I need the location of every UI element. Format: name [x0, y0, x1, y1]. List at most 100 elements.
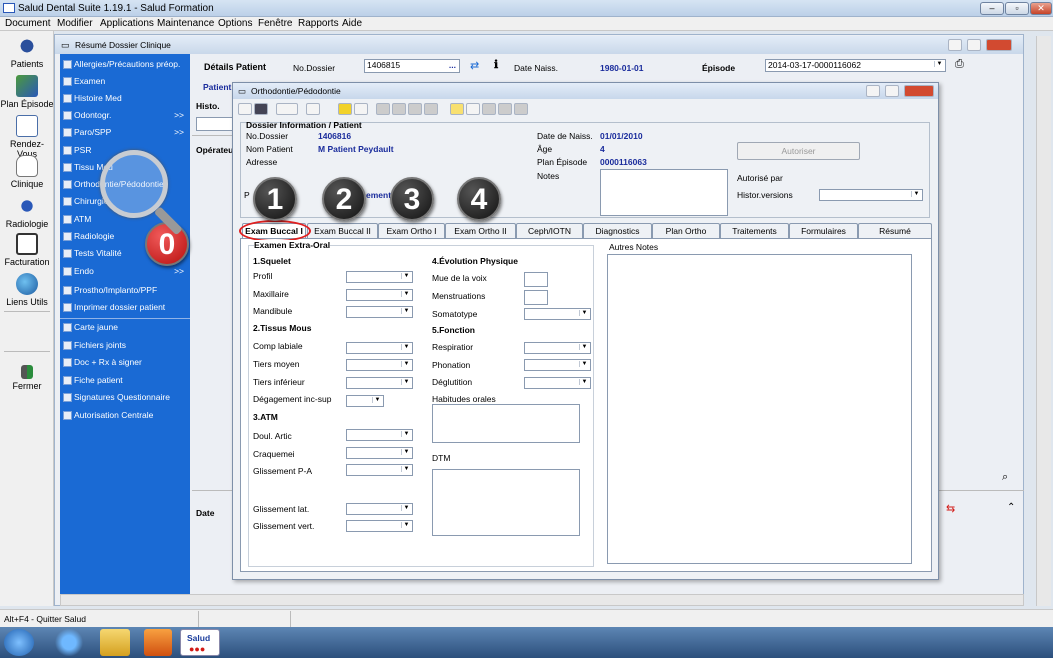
patient-tab[interactable]: Patient — [203, 82, 231, 92]
undo-icon[interactable] — [306, 103, 320, 115]
collapse-icon[interactable]: ⌃ — [1007, 502, 1015, 513]
close-button[interactable]: ✕ — [1030, 2, 1052, 15]
minimize-button[interactable]: – — [980, 2, 1004, 15]
edit-icon[interactable] — [514, 103, 528, 115]
craquement-select[interactable] — [346, 447, 413, 459]
fermer-button[interactable]: Fermer — [0, 365, 54, 391]
nav-item[interactable]: Examen — [60, 73, 190, 90]
menu-options[interactable]: Options — [218, 18, 252, 29]
forward-icon[interactable] — [498, 103, 512, 115]
phonation-select[interactable] — [524, 359, 591, 371]
maxillaire-select[interactable] — [346, 289, 413, 301]
habitudes-orales-textarea[interactable] — [432, 404, 580, 443]
browse-dots[interactable]: ... — [449, 60, 456, 71]
glissement-pa-select[interactable] — [346, 464, 413, 476]
nav-item[interactable]: Histoire Med — [60, 90, 190, 107]
tab-exam-ortho-2[interactable]: Exam Ortho II — [445, 223, 516, 238]
nav-item[interactable]: Paro/SPP >> — [60, 124, 190, 141]
dialog-restore-button[interactable] — [885, 85, 899, 97]
info-icon[interactable]: ℹ — [494, 58, 498, 71]
vertical-scrollbar[interactable] — [1036, 36, 1051, 606]
tiers-inferieur-select[interactable] — [346, 377, 413, 389]
nav-item[interactable]: Signatures Questionnaire — [60, 389, 190, 406]
key-icon[interactable] — [450, 103, 464, 115]
histo-input[interactable] — [196, 117, 234, 131]
grid-icon[interactable] — [424, 103, 438, 115]
dialog-close-button[interactable] — [904, 85, 934, 97]
tab-traitements[interactable]: Traitements — [720, 223, 789, 238]
add-icon[interactable] — [354, 103, 368, 115]
folder-icon[interactable] — [100, 629, 130, 656]
dtm-textarea[interactable] — [432, 469, 580, 536]
refresh-icon[interactable]: ⇄ — [470, 59, 479, 72]
save-icon[interactable] — [254, 103, 268, 115]
profil-select[interactable] — [346, 271, 413, 283]
nav-item[interactable]: Fiche patient — [60, 372, 190, 389]
menu-document[interactable]: Document — [5, 18, 51, 29]
tab-resume-formulaires[interactable]: Résumé Formulaires — [858, 223, 932, 250]
rendez-vous-button[interactable]: Rendez-Vous — [0, 115, 54, 159]
media-player-icon[interactable] — [144, 629, 172, 656]
tab-exam-buccal-2[interactable]: Exam Buccal II — [307, 223, 378, 238]
grid-icon[interactable] — [408, 103, 422, 115]
nav-item[interactable]: Doc + Rx à signer — [60, 354, 190, 371]
somatotype-select[interactable] — [524, 308, 591, 320]
tab-formulaires[interactable]: Formulaires — [789, 223, 858, 238]
comp-labiale-select[interactable] — [346, 342, 413, 354]
tab-plan-ortho[interactable]: Plan Ortho — [652, 223, 720, 238]
browser-icon[interactable] — [50, 629, 88, 656]
clinique-button[interactable]: Clinique — [0, 155, 54, 189]
horizontal-scrollbar[interactable] — [60, 594, 1024, 606]
autoriser-button[interactable]: Autoriser — [737, 142, 860, 160]
episode-select[interactable]: 2014-03-17-0000116062 — [765, 59, 946, 72]
print-icon[interactable] — [276, 103, 298, 115]
deglutition-select[interactable] — [524, 377, 591, 389]
menu-modifier[interactable]: Modifier — [57, 18, 93, 29]
autres-notes-textarea[interactable] — [607, 254, 912, 564]
mue-voix-input[interactable] — [524, 272, 548, 287]
bookmark-icon[interactable] — [338, 103, 352, 115]
copy-icon[interactable] — [482, 103, 496, 115]
menu-applications[interactable]: Applications — [100, 18, 154, 29]
grid-icon[interactable] — [392, 103, 406, 115]
menu-rapports[interactable]: Rapports — [298, 18, 339, 29]
document-icon[interactable] — [466, 103, 480, 115]
tab-diagnostics[interactable]: Diagnostics — [583, 223, 652, 238]
liens-utils-button[interactable]: Liens Utils — [0, 273, 54, 307]
search-icon[interactable]: ⌕ — [1002, 471, 1008, 484]
glissement-vert-select[interactable] — [346, 520, 413, 532]
mandibule-select[interactable] — [346, 306, 413, 318]
nav-item[interactable]: Allergies/Précautions préop. — [60, 56, 190, 73]
new-icon[interactable] — [238, 103, 252, 115]
histor-versions-select[interactable] — [819, 189, 923, 201]
start-button[interactable] — [4, 629, 34, 656]
nav-item[interactable]: Autorisation Centrale — [60, 407, 190, 424]
notes-textarea[interactable] — [600, 169, 728, 216]
radiologie-button[interactable]: Radiologie — [0, 195, 54, 229]
menu-maintenance[interactable]: Maintenance — [157, 18, 214, 29]
inner-minimize-button[interactable] — [948, 39, 962, 51]
nodossier-input[interactable]: 1406815... — [364, 59, 460, 73]
dialog-minimize-button[interactable] — [866, 85, 880, 97]
inner-restore-button[interactable] — [967, 39, 981, 51]
respiration-select[interactable] — [524, 342, 591, 354]
nav-item[interactable]: Carte jaune — [60, 319, 190, 336]
nav-item[interactable]: Odontogr. >> — [60, 107, 190, 124]
menu-fenetre[interactable]: Fenêtre — [258, 18, 292, 29]
menstruations-input[interactable] — [524, 290, 548, 305]
salud-taskbar-button[interactable]: Salud ●●● — [180, 629, 220, 656]
glissement-lat-select[interactable] — [346, 503, 413, 515]
tiers-moyen-select[interactable] — [346, 359, 413, 371]
inner-close-button[interactable] — [986, 39, 1012, 51]
doul-artic-select[interactable] — [346, 429, 413, 441]
tab-ceph-iotn[interactable]: Ceph/IOTN — [516, 223, 583, 238]
swap-icon[interactable]: ⇆ — [946, 502, 955, 515]
nav-item[interactable]: Prostho/Implanto/PPF — [60, 282, 190, 299]
maximize-button[interactable]: ▫ — [1005, 2, 1029, 15]
tab-exam-ortho-1[interactable]: Exam Ortho I — [378, 223, 445, 238]
menu-aide[interactable]: Aide — [342, 18, 362, 29]
grid-icon[interactable] — [376, 103, 390, 115]
nav-item[interactable]: Fichiers joints — [60, 337, 190, 354]
degagement-select[interactable] — [346, 395, 384, 407]
plan-episode-button[interactable]: Plan Épisode — [0, 75, 54, 109]
